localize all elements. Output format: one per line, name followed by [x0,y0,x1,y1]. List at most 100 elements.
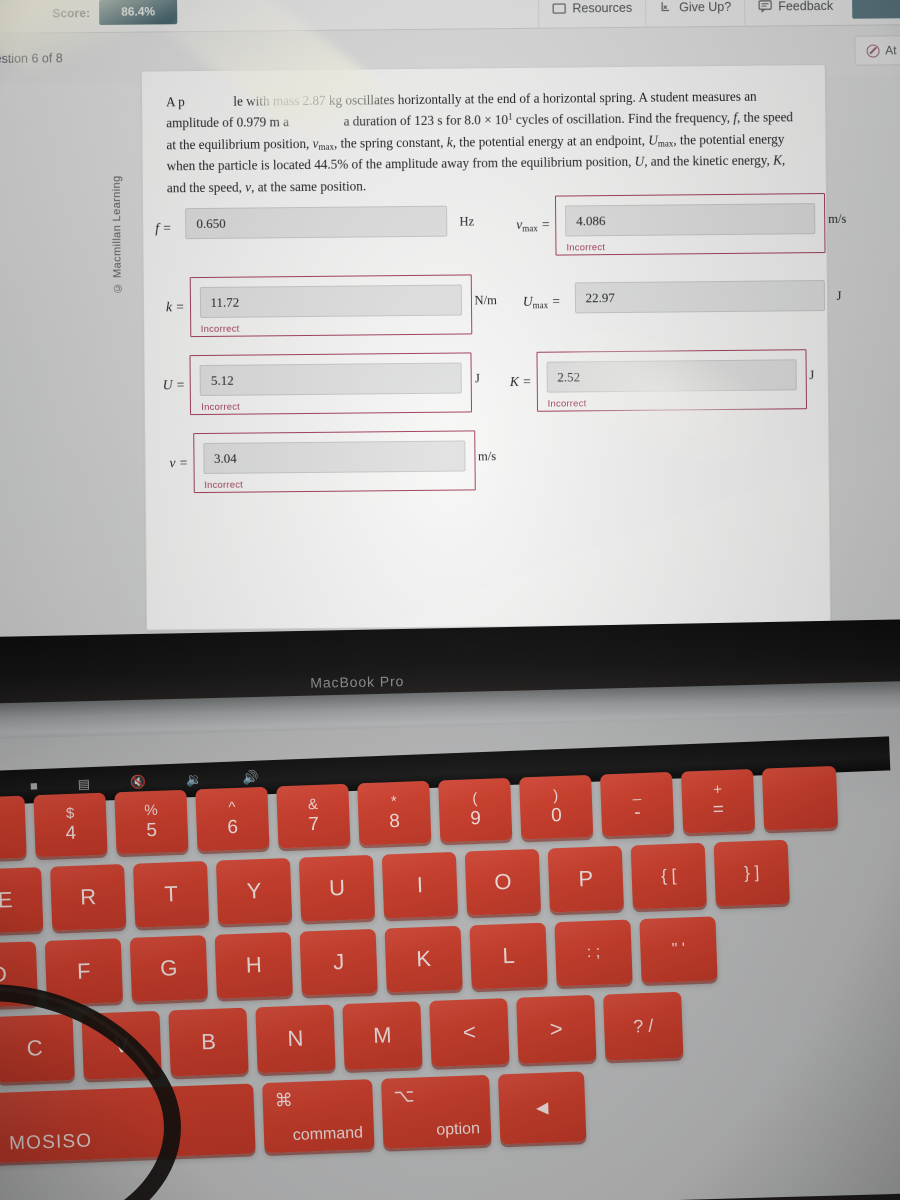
key-e[interactable]: E [0,867,44,934]
question-line-4b: , and the kinetic energy, [644,152,774,170]
label-spring-constant: k = [165,299,185,315]
key-m[interactable]: M [342,1001,423,1071]
key-7-label: 7 [307,813,320,836]
input-wrap-speed: 3.04 Incorrect [192,430,476,494]
key-b-label: B [200,1028,217,1055]
key-d[interactable]: D [0,941,39,1009]
question-line-4a: the amplitude away from the equilibrium … [365,154,635,172]
key-c[interactable]: C [0,1014,75,1083]
key-delete[interactable] [761,765,839,831]
key-quote[interactable]: " ' [639,916,718,984]
key-0-label: 0 [550,804,563,827]
input-u-max[interactable]: 22.97 [574,280,825,314]
resources-label: Resources [572,0,633,15]
key-j-label: J [332,949,345,975]
label-v-max: vmax = [516,217,551,234]
key-arrow-left[interactable]: ◀ [497,1071,587,1145]
label-speed: v = [169,455,189,471]
key-5[interactable]: % 5 [114,789,189,855]
key-slash[interactable]: ? / [603,991,684,1061]
answer-row: U = 5.12 Incorrect J K = 2.52 Incorrect … [144,349,828,416]
key-0-shift: ) [552,787,559,805]
status-spring-constant: Incorrect [200,323,240,336]
next-question-button[interactable] [852,0,900,19]
key-l-label: L [502,942,516,969]
key-6[interactable]: ^ 6 [195,786,270,852]
key-equals-label: = [712,798,725,821]
input-speed[interactable]: 3.04 [202,440,466,474]
keyboard[interactable]: # 3 $ 4 % 5 ^ 6 & 7 * 8 [0,762,900,1200]
key-7[interactable]: & 7 [276,783,351,849]
key-6-shift: ^ [228,799,236,817]
key-k[interactable]: K [384,925,463,993]
input-kinetic-energy[interactable]: 2.52 [546,359,797,393]
volume-up-icon[interactable]: 🔊 [242,770,259,787]
label-kinetic-energy: K = [509,374,532,390]
input-frequency[interactable]: 0.650 [185,205,448,240]
key-command-right[interactable]: ⌘ command [262,1079,375,1154]
key-8[interactable]: * 8 [357,780,432,846]
key-semicolon-label: : ; [586,943,601,962]
key-bracket-left[interactable]: { [ [630,842,707,910]
mute-icon[interactable]: 🔇 [130,774,147,791]
input-v-max[interactable]: 4.086 [565,203,816,237]
key-v[interactable]: V [81,1010,162,1080]
resources-button[interactable]: Resources [538,0,646,29]
key-b[interactable]: B [168,1007,249,1077]
laptop-screen: Score: 86.4% Resources Give Up? Feedback… [0,0,900,646]
key-semicolon[interactable]: : ; [554,919,633,987]
key-t[interactable]: T [132,861,210,928]
keyboard-backlight-up-icon[interactable]: ▤ [77,776,90,792]
answer-row: k = 11.72 Incorrect N/m Umax = 22.97 J [144,271,842,338]
key-n-label: N [287,1025,304,1052]
key-p-label: P [578,865,594,892]
command-symbol-icon: ⌘ [274,1090,294,1111]
key-minus-shift: _ [632,784,642,802]
feedback-button[interactable]: Feedback [744,0,847,27]
field-potential-energy: U = 5.12 Incorrect J [162,352,480,416]
key-r[interactable]: R [50,864,127,931]
key-bracket-right[interactable]: } ] [713,839,790,907]
key-3[interactable]: # 3 [0,795,27,861]
label-potential-energy: U = [162,377,186,393]
key-g-label: G [159,955,178,981]
key-f[interactable]: F [44,938,124,1005]
keyboard-backlight-down-icon[interactable]: ■ [30,778,38,794]
question-card: © Macmillan Learning A p le with mass 2.… [111,64,846,631]
key-l[interactable]: L [469,922,548,990]
key-comma[interactable]: < [429,998,510,1067]
attempt-indicator[interactable]: At [854,35,900,66]
key-o[interactable]: O [464,848,542,916]
key-y[interactable]: Y [215,857,293,925]
question-counter: estion 6 of 8 [0,51,63,66]
key-option-right[interactable]: ⌥ option [381,1074,492,1149]
key-e-label: E [0,887,14,913]
give-up-button[interactable]: Give Up? [644,0,745,28]
key-0[interactable]: ) 0 [519,774,594,840]
key-j[interactable]: J [299,928,378,996]
key-p[interactable]: P [547,845,624,913]
question-line-1a: A p [165,94,185,110]
key-4[interactable]: $ 4 [33,792,108,858]
input-potential-energy[interactable]: 5.12 [199,362,463,397]
key-period[interactable]: > [516,994,597,1064]
key-n[interactable]: N [255,1004,336,1074]
input-wrap-spring-constant: 11.72 Incorrect [189,274,472,338]
key-i[interactable]: I [381,851,459,919]
score-badge: 86.4% [99,0,178,25]
key-u[interactable]: U [298,854,376,922]
key-h[interactable]: H [214,931,293,999]
volume-down-icon[interactable]: 🔉 [186,772,203,789]
key-g[interactable]: G [129,935,208,1002]
arrow-left-icon: ◀ [535,1099,549,1118]
question-line-2a: 0.979 m a [236,114,290,131]
answer-row: v = 3.04 Incorrect m/s [145,427,829,494]
key-minus[interactable]: _ - [600,771,675,837]
question-line-4d: , at the same position. [251,178,367,195]
input-spring-constant[interactable]: 11.72 [199,284,462,319]
label-frequency-text: f [155,220,160,236]
sub-max-2: max [657,138,674,149]
key-spacebar[interactable]: MOSISO [0,1083,256,1164]
key-9[interactable]: ( 9 [438,777,513,843]
key-equals[interactable]: + = [680,768,756,834]
